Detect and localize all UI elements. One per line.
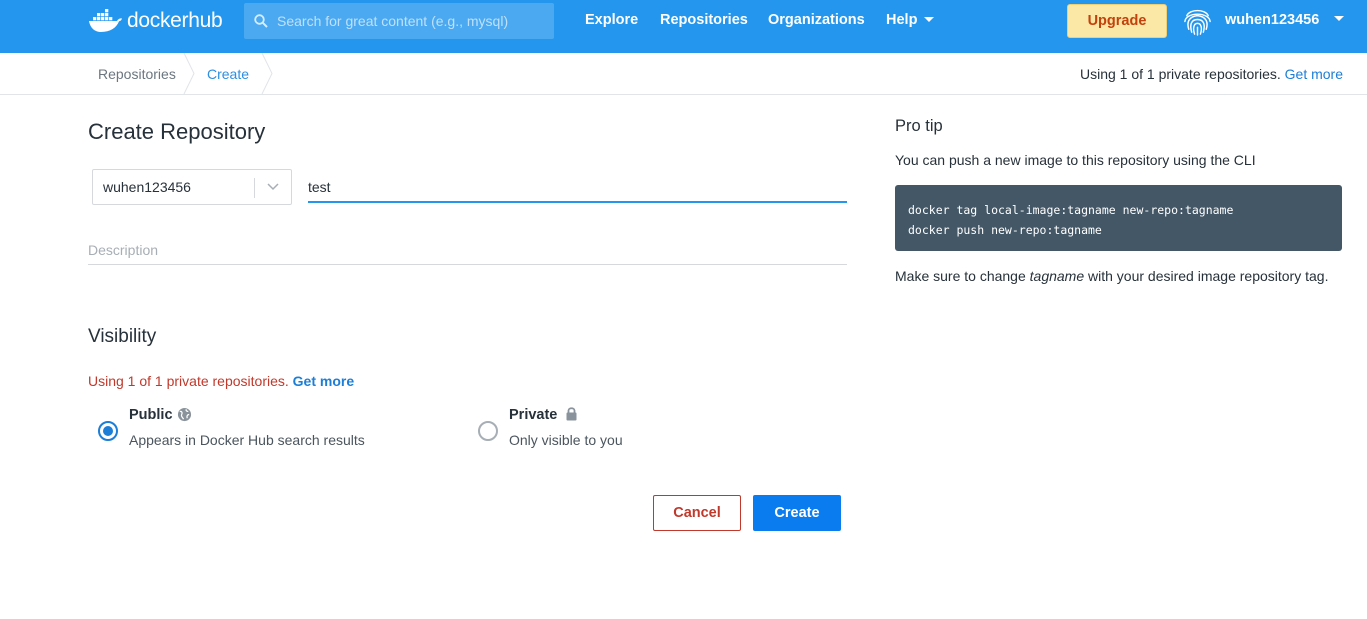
nav-help-label: Help	[886, 12, 918, 28]
code-line: docker tag local-image:tagname new-repo:…	[908, 203, 1234, 217]
search-icon	[254, 14, 268, 28]
breadcrumb-item-create[interactable]: Create	[207, 66, 249, 82]
get-more-link[interactable]: Get more	[1285, 66, 1343, 82]
private-option-description: Only visible to you	[509, 432, 623, 448]
visibility-warning: Using 1 of 1 private repositories. Get m…	[88, 373, 354, 389]
nav-repositories[interactable]: Repositories	[660, 12, 748, 28]
breadcrumb-separator-icon	[183, 53, 195, 94]
globe-icon	[177, 407, 192, 422]
code-line: docker push new-repo:tagname	[908, 223, 1102, 237]
tagname-emphasis: tagname	[1029, 268, 1085, 284]
breadcrumb-item-repositories[interactable]: Repositories	[98, 66, 176, 82]
private-repo-usage: Using 1 of 1 private repositories. Get m…	[1080, 66, 1343, 82]
namespace-select[interactable]: wuhen123456	[92, 169, 292, 205]
visibility-get-more-link[interactable]: Get more	[293, 373, 354, 389]
nav-help[interactable]: Help	[886, 12, 935, 28]
chevron-down-icon	[924, 16, 935, 22]
search-box[interactable]	[244, 3, 554, 39]
pro-tip-text: You can push a new image to this reposit…	[895, 152, 1256, 168]
lock-icon	[566, 407, 577, 421]
breadcrumb: Repositories Create Using 1 of 1 private…	[0, 53, 1367, 95]
page-title: Create Repository	[88, 119, 266, 144]
username-menu[interactable]: wuhen123456	[1225, 12, 1319, 28]
usage-text: Using 1 of 1 private repositories.	[1079, 66, 1281, 82]
user-chevron-down-icon[interactable]	[1334, 16, 1344, 21]
cli-code-block[interactable]: docker tag local-image:tagname new-repo:…	[895, 185, 1342, 251]
nav-explore[interactable]: Explore	[585, 12, 638, 28]
visibility-warning-text: Using 1 of 1 private repositories.	[88, 373, 289, 389]
nav-organizations[interactable]: Organizations	[768, 12, 865, 28]
description-input[interactable]	[88, 235, 847, 265]
public-option-description: Appears in Docker Hub search results	[129, 432, 365, 448]
private-option-title[interactable]: Private	[509, 407, 557, 423]
top-navbar: dockerhub Explore Repositories Organizat…	[0, 0, 1367, 53]
select-divider	[254, 178, 255, 198]
logo-wordmark: dockerhub	[127, 9, 223, 32]
visibility-title: Visibility	[88, 326, 157, 347]
docker-whale-icon	[89, 9, 122, 32]
cancel-button[interactable]: Cancel	[653, 495, 741, 531]
namespace-value: wuhen123456	[103, 179, 191, 195]
create-button[interactable]: Create	[753, 495, 841, 531]
chevron-down-icon	[267, 183, 279, 191]
pro-tip-title: Pro tip	[895, 117, 943, 135]
upgrade-button[interactable]: Upgrade	[1067, 4, 1167, 38]
docker-hub-logo[interactable]: dockerhub	[88, 6, 223, 36]
repository-name-input[interactable]	[308, 170, 847, 203]
breadcrumb-separator-icon	[261, 53, 273, 94]
search-input[interactable]	[277, 13, 547, 29]
public-radio[interactable]	[98, 421, 118, 441]
pro-tip-note: Make sure to change tagname with your de…	[895, 268, 1329, 284]
private-radio[interactable]	[478, 421, 498, 441]
fingerprint-avatar-icon[interactable]	[1181, 4, 1214, 37]
public-option-title[interactable]: Public	[129, 407, 173, 423]
